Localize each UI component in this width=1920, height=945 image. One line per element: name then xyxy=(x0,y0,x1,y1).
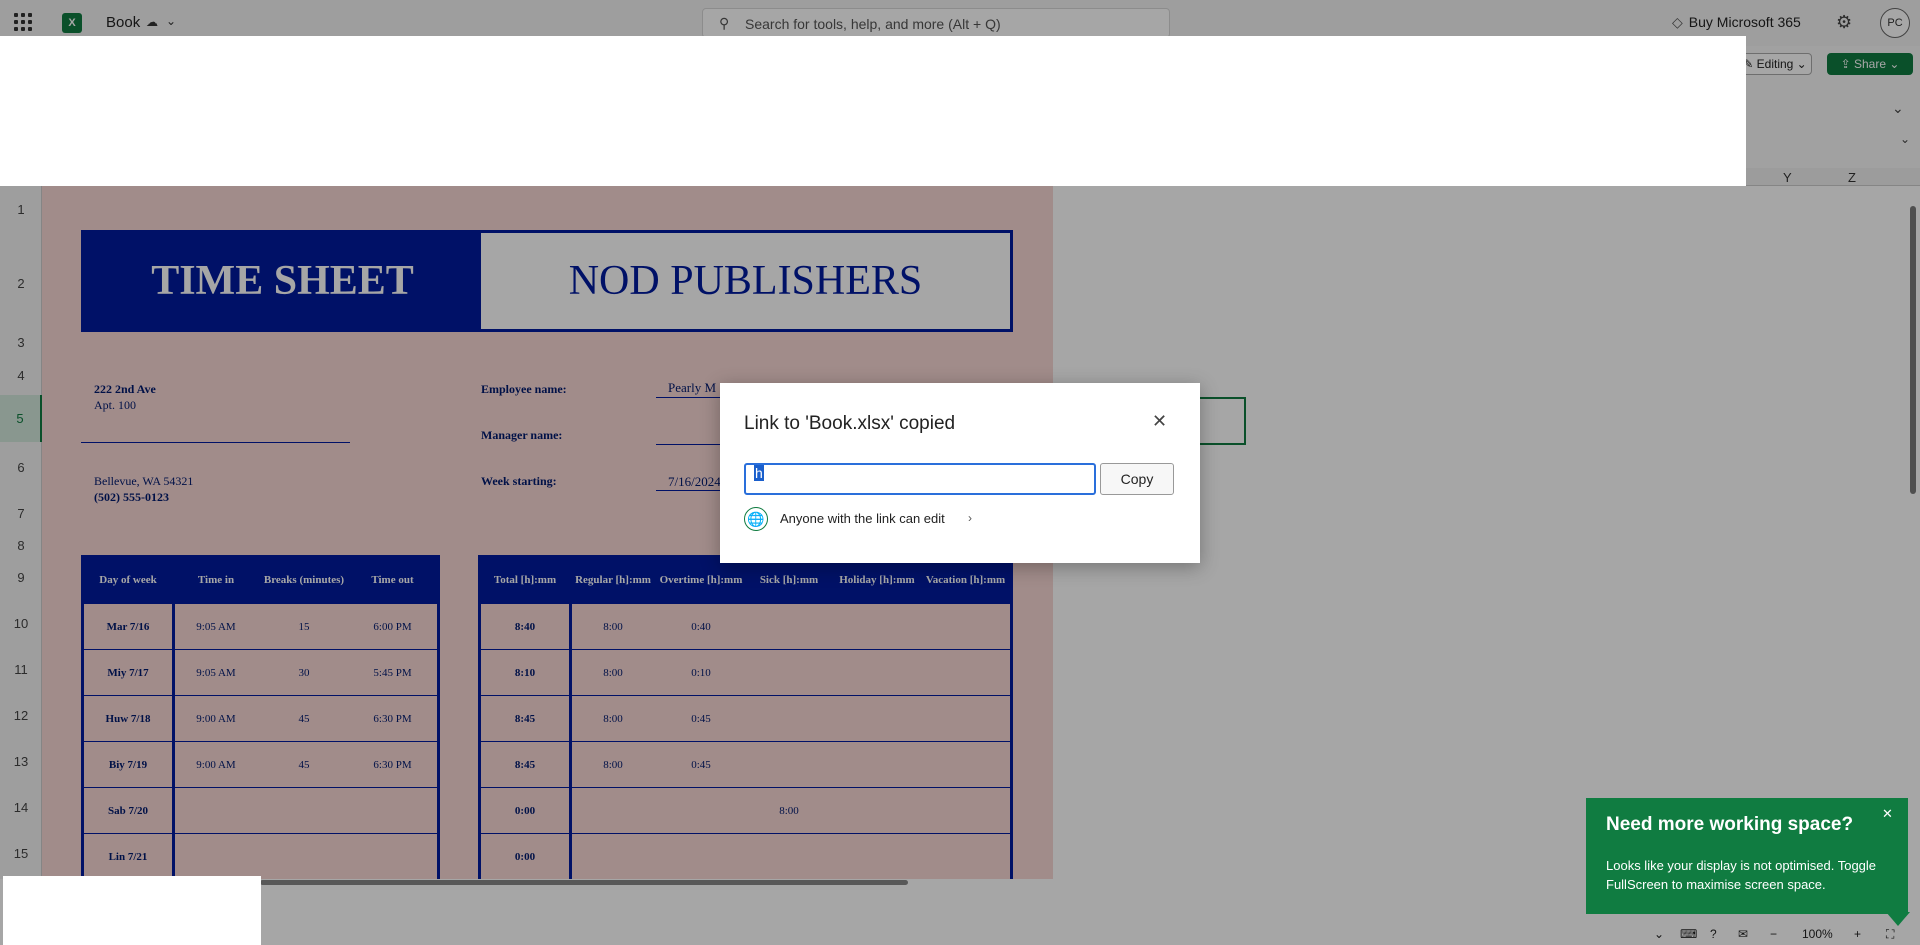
ribbon-placeholder xyxy=(0,36,1746,186)
fullscreen-suggestion-toast: Need more working space? ✕ Looks like yo… xyxy=(1586,798,1908,914)
globe-icon: 🌐 xyxy=(744,507,768,531)
chevron-right-icon[interactable]: › xyxy=(968,511,972,525)
toast-title: Need more working space? xyxy=(1606,814,1854,835)
toast-pointer xyxy=(1886,912,1910,926)
link-copied-dialog: Link to 'Book.xlsx' copied ✕ h Copy 🌐 An… xyxy=(720,383,1200,563)
close-icon[interactable]: ✕ xyxy=(1152,411,1167,432)
link-input[interactable]: h xyxy=(744,463,1096,495)
link-permission-setting[interactable]: Anyone with the link can edit xyxy=(780,511,945,526)
sheet-tabs-placeholder xyxy=(3,876,261,945)
toast-body: Looks like your display is not optimised… xyxy=(1606,858,1877,892)
link-value: h xyxy=(754,465,764,481)
dialog-title: Link to 'Book.xlsx' copied xyxy=(744,413,956,434)
copy-button[interactable]: Copy xyxy=(1100,463,1174,495)
close-icon[interactable]: ✕ xyxy=(1882,806,1893,822)
